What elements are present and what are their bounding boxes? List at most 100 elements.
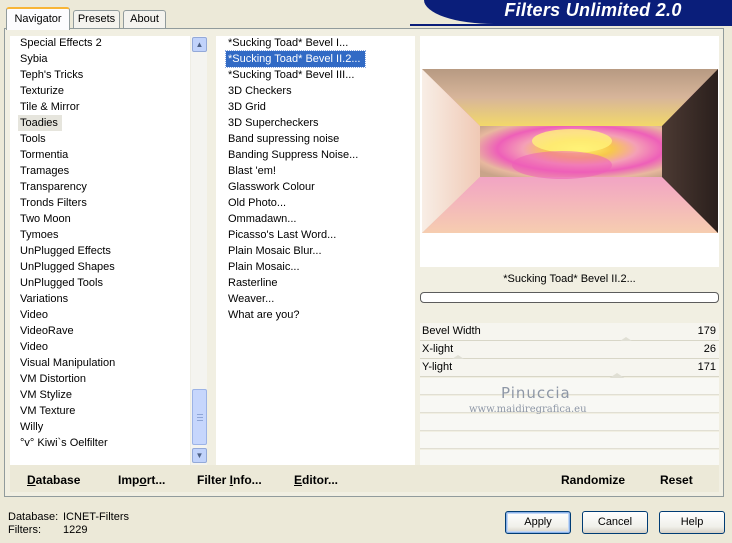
- grip-icon: [197, 414, 203, 421]
- category-item[interactable]: Tools: [18, 131, 50, 147]
- parameter-value: 179: [697, 325, 716, 337]
- filter-info-label: nfo...: [233, 473, 262, 487]
- import-label: rt...: [146, 473, 166, 487]
- category-item[interactable]: Sybia: [18, 51, 52, 67]
- apply-label: Apply: [524, 516, 552, 528]
- filter-item[interactable]: *Sucking Toad* Bevel III...: [226, 67, 358, 83]
- parameter-value: 171: [697, 361, 716, 373]
- tab-navigator-label: Navigator: [14, 13, 62, 25]
- scroll-up-button[interactable]: ▲: [192, 37, 207, 52]
- database-label: atabase: [35, 473, 81, 487]
- tab-presets[interactable]: Presets: [73, 10, 120, 28]
- status-filters-value: 1229: [63, 524, 88, 536]
- category-item[interactable]: Tramages: [18, 163, 73, 179]
- tab-about[interactable]: About: [123, 10, 166, 28]
- category-item[interactable]: Video: [18, 307, 52, 323]
- title-underline: [410, 24, 732, 26]
- progress-bar: [420, 292, 719, 303]
- filter-item[interactable]: Banding Suppress Noise...: [226, 147, 362, 163]
- import-underline: o: [139, 473, 147, 487]
- status-filters-label: Filters:: [8, 524, 41, 536]
- category-item[interactable]: Video: [18, 339, 52, 355]
- category-item[interactable]: °v° Kiwi`s Oelfilter: [18, 435, 112, 451]
- import-button[interactable]: Import...: [118, 473, 165, 487]
- preview-image: [422, 69, 718, 233]
- chevron-up-icon: ▲: [195, 40, 204, 49]
- import-label-pre: Imp: [118, 473, 140, 487]
- filter-item[interactable]: Weaver...: [226, 291, 278, 307]
- randomize-button[interactable]: Randomize: [561, 473, 625, 487]
- help-button[interactable]: Help: [659, 511, 725, 534]
- category-item[interactable]: Toadies: [18, 115, 62, 131]
- parameter-slider-row[interactable]: Bevel Width 179: [420, 323, 719, 343]
- category-item[interactable]: Two Moon: [18, 211, 75, 227]
- category-item[interactable]: Teph's Tricks: [18, 67, 87, 83]
- category-item[interactable]: Visual Manipulation: [18, 355, 119, 371]
- filter-item[interactable]: Blast 'em!: [226, 163, 280, 179]
- status-database-value: ICNET-Filters: [63, 511, 129, 523]
- filter-item[interactable]: Plain Mosaic...: [226, 259, 304, 275]
- category-item[interactable]: Variations: [18, 291, 72, 307]
- cancel-button[interactable]: Cancel: [582, 511, 648, 534]
- cancel-label: Cancel: [597, 516, 633, 528]
- filter-item[interactable]: Old Photo...: [226, 195, 290, 211]
- filter-item[interactable]: *Sucking Toad* Bevel I...: [226, 35, 352, 51]
- filter-item[interactable]: Picasso's Last Word...: [226, 227, 340, 243]
- category-item[interactable]: Tormentia: [18, 147, 72, 163]
- status-database-label: Database:: [8, 511, 59, 523]
- tab-presets-label: Presets: [77, 13, 116, 25]
- category-item[interactable]: Willy: [18, 419, 47, 435]
- empty-parameter-row: [420, 432, 719, 449]
- category-item[interactable]: Tymoes: [18, 227, 63, 243]
- category-item[interactable]: VM Texture: [18, 403, 79, 419]
- watermark-url: www.maidiregrafica.eu: [469, 404, 587, 415]
- database-underline: D: [27, 473, 36, 487]
- filter-info-label-pre: Filter: [197, 473, 230, 487]
- reset-button[interactable]: Reset: [660, 473, 693, 487]
- category-item[interactable]: UnPlugged Shapes: [18, 259, 119, 275]
- filter-info-button[interactable]: Filter Info...: [197, 473, 262, 487]
- slider-track: [420, 376, 719, 377]
- current-filter-name: *Sucking Toad* Bevel II.2...: [420, 268, 719, 290]
- apply-button[interactable]: Apply: [505, 511, 571, 534]
- parameter-name: X-light: [422, 343, 454, 355]
- filter-item[interactable]: Plain Mosaic Blur...: [226, 243, 326, 259]
- current-filter-label: *Sucking Toad* Bevel II.2...: [503, 273, 636, 285]
- parameter-value: 26: [703, 343, 716, 355]
- parameter-name: Bevel Width: [422, 325, 481, 337]
- editor-button[interactable]: Editor...: [294, 473, 338, 487]
- category-item[interactable]: UnPlugged Tools: [18, 275, 107, 291]
- editor-label: ditor...: [302, 473, 339, 487]
- scroll-thumb[interactable]: [192, 389, 207, 445]
- app-title: Filters Unlimited 2.0: [504, 0, 682, 20]
- filter-item[interactable]: Rasterline: [226, 275, 282, 291]
- empty-parameter-row: [420, 414, 719, 431]
- filter-item[interactable]: Ommadawn...: [226, 211, 300, 227]
- filter-item[interactable]: 3D Supercheckers: [226, 115, 323, 131]
- category-item[interactable]: Transparency: [18, 179, 91, 195]
- category-item[interactable]: Tronds Filters: [18, 195, 91, 211]
- category-item[interactable]: VM Distortion: [18, 371, 90, 387]
- category-scrollbar[interactable]: ▲ ▼: [190, 36, 207, 465]
- category-item[interactable]: Texturize: [18, 83, 68, 99]
- help-label: Help: [680, 516, 704, 528]
- category-item[interactable]: Special Effects 2: [18, 35, 106, 51]
- filter-item[interactable]: *Sucking Toad* Bevel II.2...: [225, 50, 366, 68]
- scroll-down-button[interactable]: ▼: [192, 448, 207, 463]
- parameter-slider-row[interactable]: Y-light 171: [420, 359, 719, 379]
- tab-navigator[interactable]: Navigator: [6, 7, 70, 30]
- filter-item[interactable]: 3D Checkers: [226, 83, 296, 99]
- category-item[interactable]: Tile & Mirror: [18, 99, 83, 115]
- tab-about-label: About: [130, 13, 159, 25]
- filter-item[interactable]: What are you?: [226, 307, 304, 323]
- parameter-slider-row[interactable]: X-light 26: [420, 341, 719, 361]
- watermark-name: Pinuccia: [501, 384, 571, 402]
- category-item[interactable]: VideoRave: [18, 323, 78, 339]
- filter-item[interactable]: 3D Grid: [226, 99, 270, 115]
- category-item[interactable]: VM Stylize: [18, 387, 76, 403]
- filter-item[interactable]: Glasswork Colour: [226, 179, 319, 195]
- category-item[interactable]: UnPlugged Effects: [18, 243, 115, 259]
- database-button[interactable]: Database: [27, 473, 80, 487]
- filter-item[interactable]: Band supressing noise: [226, 131, 343, 147]
- chevron-down-icon: ▼: [195, 451, 204, 460]
